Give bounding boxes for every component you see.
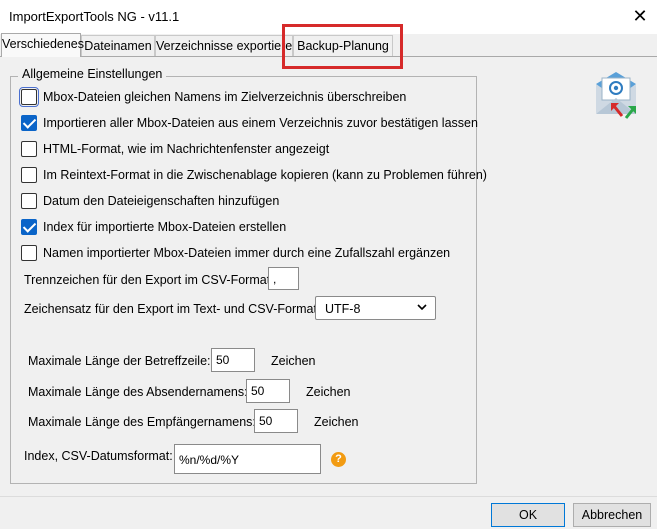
recipient-length-unit: Zeichen (314, 415, 359, 429)
tab-verzeichnisse-exportieren[interactable]: Verzeichnisse exportieren (155, 35, 299, 56)
checkbox-label: Datum den Dateieigenschaften hinzufügen (43, 194, 280, 208)
subject-length-unit: Zeichen (271, 354, 316, 368)
tab-dateinamen[interactable]: Dateinamen (81, 35, 155, 56)
checkbox-plaintext-clipboard[interactable] (21, 167, 37, 183)
checkbox-confirm-import[interactable] (21, 115, 37, 131)
checkbox-random-suffix[interactable] (21, 245, 37, 261)
recipient-length-label: Maximale Länge des Empfängernamens: (28, 415, 256, 429)
checkbox-label: Namen importierter Mbox-Dateien immer du… (43, 246, 451, 260)
date-format-input[interactable]: %n/%d/%Y (174, 444, 321, 474)
csv-separator-label: Trennzeichen für den Export im CSV-Forma… (24, 273, 274, 287)
highlight-box (282, 24, 403, 69)
checkbox-label: Im Reintext-Format in die Zwischenablage… (43, 168, 487, 182)
group-title: Allgemeine Einstellungen (18, 67, 167, 81)
checkbox-add-date[interactable] (21, 193, 37, 209)
sender-length-label: Maximale Länge des Absendernamens: (28, 385, 248, 399)
window-title: ImportExportTools NG - v11.1 (9, 9, 180, 24)
charset-value: UTF-8 (325, 302, 361, 316)
checkbox-html-format[interactable] (21, 141, 37, 157)
sender-length-unit: Zeichen (306, 385, 351, 399)
date-format-label: Index, CSV-Datumsformat: (24, 449, 173, 463)
mail-export-icon (596, 72, 636, 119)
checkbox-overwrite[interactable] (19, 87, 39, 107)
ok-button[interactable]: OK (491, 503, 565, 527)
checkbox-label: HTML-Format, wie im Nachrichtenfenster a… (43, 142, 330, 156)
recipient-length-input[interactable]: 50 (254, 409, 298, 433)
close-icon[interactable]: ✕ (630, 6, 650, 26)
charset-label: Zeichensatz für den Export im Text- und … (24, 302, 321, 316)
tab-verschiedenes[interactable]: Verschiedenes (1, 33, 84, 57)
subject-length-input[interactable]: 50 (211, 348, 255, 372)
checkbox-create-index[interactable] (21, 219, 37, 235)
help-icon[interactable]: ? (331, 452, 346, 467)
sender-length-input[interactable]: 50 (246, 379, 290, 403)
checkbox-label: Index für importierte Mbox-Dateien erste… (43, 220, 287, 234)
checkbox-label: Mbox-Dateien gleichen Namens im Zielverz… (43, 90, 407, 104)
charset-select[interactable]: UTF-8 (315, 296, 436, 320)
checkbox-label: Importieren aller Mbox-Dateien aus einem… (43, 116, 478, 130)
cancel-button[interactable]: Abbrechen (573, 503, 651, 527)
csv-separator-input[interactable]: , (268, 267, 299, 290)
subject-length-label: Maximale Länge der Betreffzeile: (28, 354, 211, 368)
chevron-down-icon (417, 304, 427, 311)
